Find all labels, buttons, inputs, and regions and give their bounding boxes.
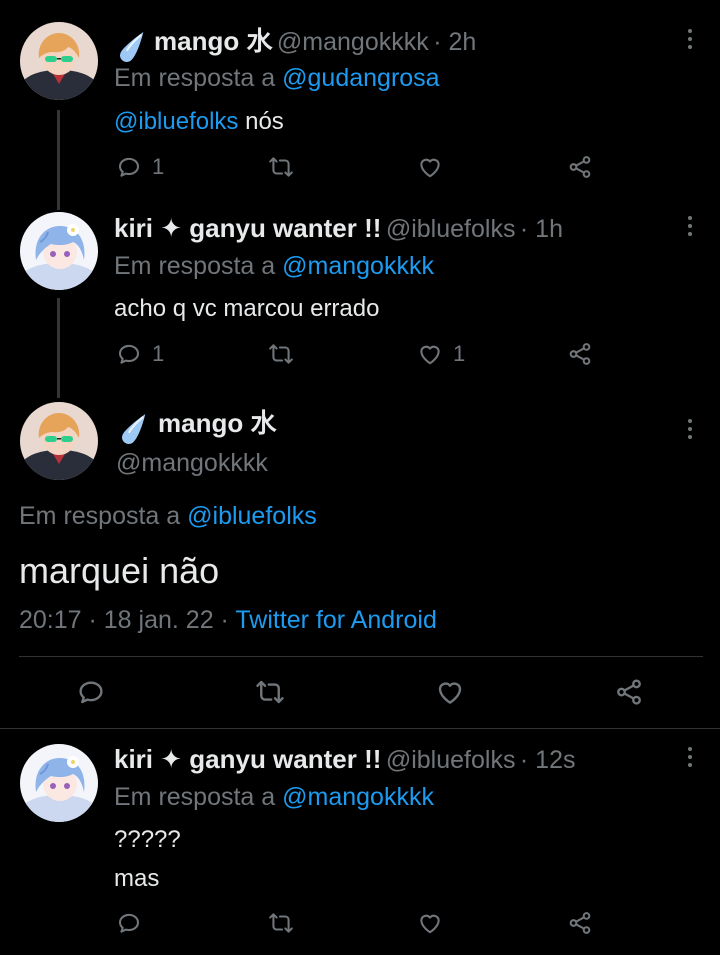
reply-context: Em resposta a @gudangrosa [114,64,440,93]
divider [0,728,720,729]
reply-count: 1 [152,154,165,179]
reply-button[interactable] [116,910,142,936]
retweet-button[interactable] [268,154,294,180]
tweet-text: @ibluefolks nós [114,108,284,136]
avatar[interactable] [20,744,98,822]
reply-icon [76,677,106,707]
tweet-body: acho q vc marcou errado [114,295,380,322]
retweet-icon [255,677,285,707]
retweet-button[interactable] [268,910,294,936]
like-icon [417,341,443,367]
reply-icon [116,154,142,180]
like-button[interactable] [417,154,453,180]
reply-context: Em resposta a @mangokkkk [114,783,434,812]
timestamp[interactable]: · 12s [520,746,576,774]
more-icon[interactable] [686,29,694,53]
divider [19,656,703,657]
like-icon [417,910,443,936]
like-icon [435,677,465,707]
tweet-body-line: ????? [114,826,181,853]
reply-prefix: Em resposta a [114,64,276,92]
handle[interactable]: @ibluefolks [386,746,516,774]
share-icon [567,910,593,936]
tweet-header: kiri ✦ ganyu wanter !! @ibluefolks · 12s [114,742,576,781]
mention-link[interactable]: @gudangrosa [282,64,439,92]
mention-link[interactable]: @mangokkkk [282,783,434,811]
tweet-body: nós [238,108,284,135]
like-button[interactable] [435,677,465,707]
reply-prefix: Em resposta a [114,252,276,280]
reply-context: Em resposta a @ibluefolks [19,502,317,531]
share-button[interactable] [567,154,593,180]
source-link[interactable]: Twitter for Android [235,606,436,634]
display-name[interactable]: mango 水 [158,408,276,438]
share-button[interactable] [567,341,593,367]
retweet-icon [268,910,294,936]
reply-button[interactable]: 1 [116,154,164,180]
share-icon [567,341,593,367]
droplet-icon [116,412,148,444]
handle[interactable]: @mangokkkk [277,28,429,56]
mention-link[interactable]: @mangokkkk [282,252,434,280]
timestamp[interactable]: · 2h [433,28,476,56]
tweet-body: marquei não [19,550,220,591]
reply-button[interactable] [76,677,106,707]
avatar[interactable] [20,22,98,100]
like-button[interactable] [417,910,443,936]
reply-button[interactable]: 1 [116,341,164,367]
display-name[interactable]: kiri ✦ ganyu wanter !! [114,213,381,243]
more-icon[interactable] [686,419,694,443]
thread-line [57,298,60,398]
reply-icon [116,910,142,936]
tweet-meta: 20:17 · 18 jan. 22 · Twitter for Android [19,606,437,635]
timestamp[interactable]: · 1h [520,215,563,243]
like-icon [417,154,443,180]
display-name[interactable]: kiri ✦ ganyu wanter !! [114,744,381,774]
tweet-header: mango 水 @mangokkkk · 2h [114,24,476,63]
timestamp[interactable]: 20:17 · 18 jan. 22 · [19,606,229,634]
tweet-header: mango 水 [116,406,276,445]
display-name[interactable]: mango 水 [154,26,272,56]
share-button[interactable] [614,677,644,707]
handle[interactable]: @mangokkkk [116,449,268,478]
thread-line [57,110,60,210]
more-icon[interactable] [686,747,694,771]
avatar[interactable] [20,212,98,290]
reply-prefix: Em resposta a [19,502,181,530]
tweet-body-line: mas [114,865,160,892]
share-icon [567,154,593,180]
tweet-header: kiri ✦ ganyu wanter !! @ibluefolks · 1h [114,211,563,250]
droplet-icon [114,30,146,62]
share-button[interactable] [567,910,593,936]
retweet-button[interactable] [268,341,294,367]
reply-icon [116,341,142,367]
avatar[interactable] [20,402,98,480]
mention-link[interactable]: @ibluefolks [187,502,317,530]
reply-prefix: Em resposta a [114,783,276,811]
reply-context: Em resposta a @mangokkkk [114,252,434,281]
retweet-icon [268,341,294,367]
retweet-button[interactable] [255,677,285,707]
like-button[interactable]: 1 [417,341,465,367]
reply-count: 1 [152,341,165,366]
share-icon [614,677,644,707]
like-count: 1 [453,341,466,366]
handle[interactable]: @ibluefolks [386,215,516,243]
mention-link[interactable]: @ibluefolks [114,108,238,135]
retweet-icon [268,154,294,180]
more-icon[interactable] [686,216,694,240]
